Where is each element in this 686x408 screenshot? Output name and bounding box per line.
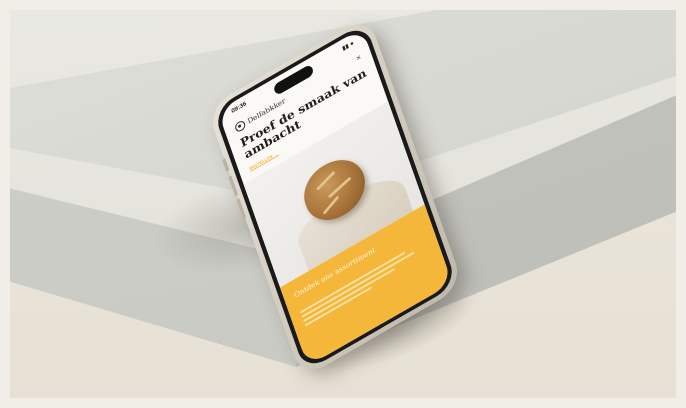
text-line: [303, 268, 396, 323]
bread-crust-crack: [316, 170, 336, 191]
product-mockup-scene: 09:36 ▮▮ ● Delfabkker × Proef de smaak v…: [0, 0, 686, 408]
brand-logo-icon[interactable]: [233, 119, 247, 134]
signal-battery-icon: ▮▮ ●: [341, 40, 355, 53]
close-icon[interactable]: ×: [355, 53, 362, 63]
text-line: [304, 286, 372, 327]
status-time: 09:36: [230, 101, 248, 115]
bread-crust-crack: [327, 176, 352, 199]
bread-crust-crack: [322, 195, 340, 215]
